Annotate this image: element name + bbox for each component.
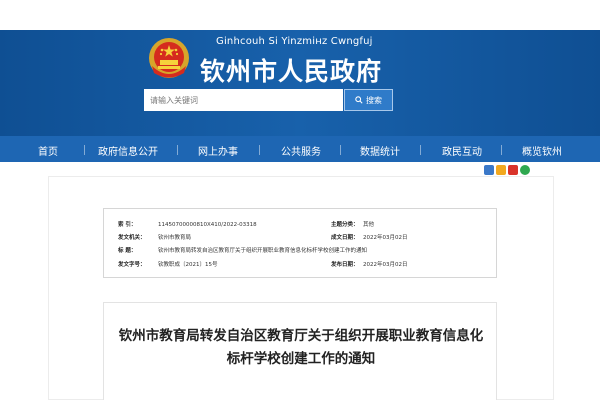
nav-item-public-service[interactable]: 公共服务 bbox=[281, 143, 321, 158]
nav-separator bbox=[420, 145, 421, 155]
search-icon bbox=[355, 96, 363, 104]
nav-item-gov-info[interactable]: 政府信息公开 bbox=[98, 143, 158, 158]
search-button-label: 搜索 bbox=[366, 95, 382, 105]
article-body: 钦州市教育局转发自治区教育厅关于组织开展职业教育信息化标杆学校创建工作的通知 bbox=[103, 302, 497, 400]
meta-row-title: 标 题： 钦州市教育局转发自治区教育厅关于组织开展职业教育信息化标杆学校创建工作的… bbox=[118, 248, 368, 254]
meta-row-issuer: 发文机关： 钦州市教育局 bbox=[118, 235, 192, 241]
document-metadata-table: 索 引： 11450700000810X410/2022-03318 主题分类：其… bbox=[103, 208, 497, 278]
qzone-icon[interactable] bbox=[496, 165, 506, 175]
search-input[interactable] bbox=[144, 89, 343, 111]
site-header: Ginhcouh Si Yinzmінz Cwngfuj 钦州市人民政府 搜索 bbox=[0, 30, 600, 136]
wechat-icon[interactable] bbox=[520, 165, 530, 175]
nav-item-overview[interactable]: 概览钦州 bbox=[522, 143, 562, 158]
page: Ginhcouh Si Yinzmінz Cwngfuj 钦州市人民政府 搜索 … bbox=[0, 0, 600, 400]
search-button[interactable]: 搜索 bbox=[344, 89, 393, 111]
nav-item-statistics[interactable]: 数据统计 bbox=[360, 143, 400, 158]
meta-row-subject: 主题分类： 其他 bbox=[331, 222, 375, 228]
nav-separator bbox=[84, 145, 85, 155]
meta-row-index: 索 引： 11450700000810X410/2022-03318 bbox=[118, 222, 257, 228]
national-emblem-icon bbox=[149, 38, 189, 78]
meta-row-pubdate: 发布日期： 2022年03月02日 bbox=[331, 262, 408, 268]
share-plus-icon[interactable] bbox=[484, 165, 494, 175]
nav-separator bbox=[501, 145, 502, 155]
site-title: 钦州市人民政府 bbox=[200, 57, 383, 86]
site-subtitle: Ginhcouh Si Yinzmінz Cwngfuj bbox=[216, 36, 373, 47]
nav-separator bbox=[177, 145, 178, 155]
weibo-icon[interactable] bbox=[508, 165, 518, 175]
main-nav: 首页 政府信息公开 网上办事 公共服务 数据统计 政民互动 概览钦州 bbox=[0, 136, 600, 162]
nav-separator bbox=[340, 145, 341, 155]
nav-item-interaction[interactable]: 政民互动 bbox=[442, 143, 482, 158]
meta-row-date: 成文日期： 2022年03月02日 bbox=[331, 235, 408, 241]
article-title: 钦州市教育局转发自治区教育厅关于组织开展职业教育信息化标杆学校创建工作的通知 bbox=[118, 328, 484, 367]
nav-item-online-service[interactable]: 网上办事 bbox=[198, 143, 238, 158]
meta-row-number: 发文字号： 钦教职成〔2021〕15号 bbox=[118, 262, 218, 268]
nav-item-home[interactable]: 首页 bbox=[38, 143, 58, 158]
nav-separator bbox=[259, 145, 260, 155]
